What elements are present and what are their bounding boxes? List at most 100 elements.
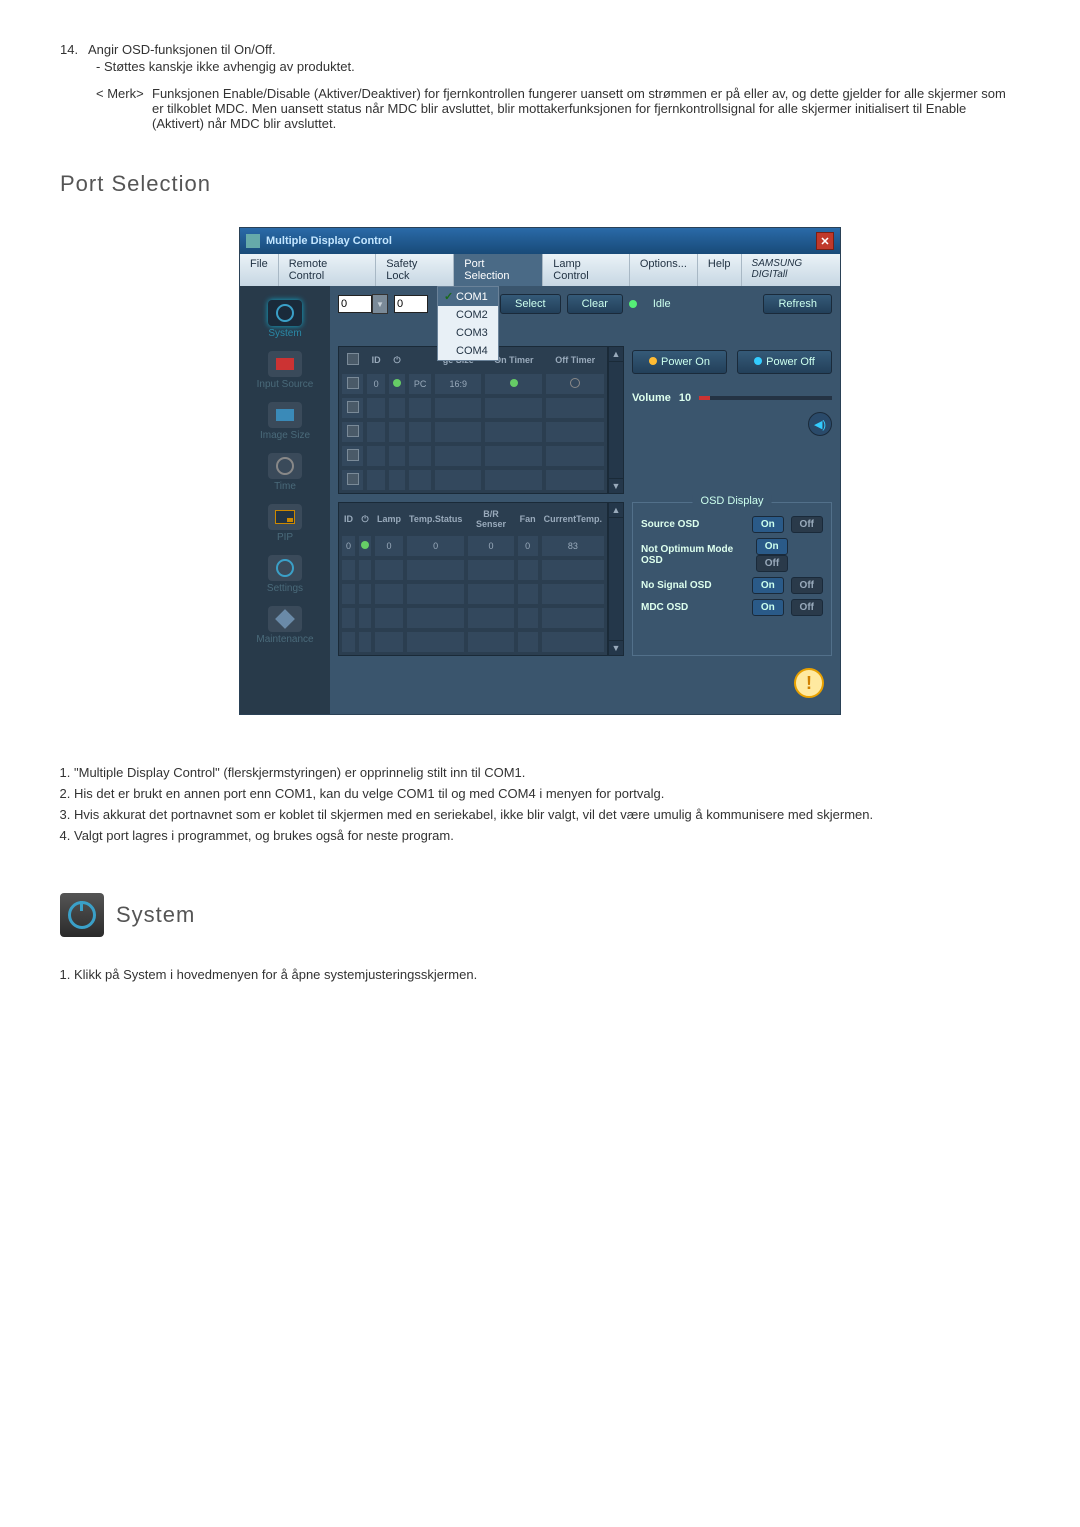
speaker-icon[interactable]: ◀): [808, 412, 832, 436]
id-from-input[interactable]: [338, 295, 372, 313]
volume-value: 10: [679, 392, 691, 404]
source-icon: [276, 358, 294, 370]
menubar: File Remote Control Safety Lock Port Sel…: [240, 254, 840, 286]
gear-icon: [276, 559, 294, 577]
col2-br: B/R Senser: [467, 505, 514, 533]
col2-pwr-icon: ⏻: [358, 505, 372, 533]
mdc-osd-on[interactable]: On: [752, 599, 784, 616]
sidebar-item-time[interactable]: Time: [240, 447, 330, 498]
table-row[interactable]: 0 PC 16:9: [341, 373, 605, 395]
table-row[interactable]: [341, 559, 605, 581]
status-dot-icon: [361, 541, 369, 549]
col2-lamp: Lamp: [374, 505, 404, 533]
item14-text: Angir OSD-funksjonen til On/Off.: [88, 42, 276, 57]
source-osd-off[interactable]: Off: [791, 516, 823, 533]
menu-remote[interactable]: Remote Control: [279, 254, 376, 286]
port-com2[interactable]: COM2: [438, 306, 498, 324]
sidebar-item-image[interactable]: Image Size: [240, 396, 330, 447]
osd-source-label: Source OSD: [641, 519, 699, 530]
system-notes-list: Klikk på System i hovedmenyen for å åpne…: [74, 967, 1020, 982]
mdc-app-window: Multiple Display Control ✕ File Remote C…: [239, 227, 841, 715]
status-dot-icon: [393, 379, 401, 387]
titlebar: Multiple Display Control ✕: [240, 228, 840, 254]
doc-item-14: 14.Angir OSD-funksjonen til On/Off. - St…: [60, 42, 1020, 131]
source-osd-on[interactable]: On: [752, 516, 784, 533]
warning-icon: !: [794, 668, 824, 698]
col2-temp: Temp.Status: [406, 505, 465, 533]
osd-mdc-label: MDC OSD: [641, 602, 688, 613]
osd-display-group: OSD Display Source OSD On Off Not Optimu…: [632, 502, 832, 656]
table-row[interactable]: [341, 469, 605, 491]
power-off-button[interactable]: Power Off: [737, 350, 832, 374]
port-dropdown[interactable]: ✓COM1 COM2 COM3 COM4: [437, 286, 499, 361]
merk-label: < Merk>: [96, 86, 144, 101]
osd-legend: OSD Display: [693, 495, 772, 507]
osd-notopt-label: Not Optimum Mode OSD: [641, 544, 752, 566]
volume-label: Volume: [632, 392, 671, 404]
sidebar-item-maintenance[interactable]: Maintenance: [240, 600, 330, 651]
checkbox-icon[interactable]: [347, 353, 359, 365]
timer-dot-icon: [510, 379, 518, 387]
idle-dot-icon: [629, 300, 637, 308]
volume-slider[interactable]: [699, 396, 832, 400]
scroll-up-icon[interactable]: ▲: [608, 346, 624, 362]
select-button[interactable]: Select: [500, 294, 561, 314]
pip-icon: [275, 510, 295, 524]
scrollbar[interactable]: [608, 362, 624, 478]
heading-port-selection: Port Selection: [60, 171, 1020, 197]
app-title: Multiple Display Control: [266, 235, 392, 247]
power-icon: [276, 304, 294, 322]
table-row[interactable]: [341, 445, 605, 467]
port-com3[interactable]: COM3: [438, 324, 498, 342]
notopt-osd-off[interactable]: Off: [756, 555, 788, 572]
id-to-spinner[interactable]: [394, 295, 428, 313]
sidebar-item-input[interactable]: Input Source: [240, 345, 330, 396]
scroll-down-icon[interactable]: ▼: [608, 640, 624, 656]
id-to-input[interactable]: [394, 295, 428, 313]
table-row[interactable]: [341, 607, 605, 629]
table-row[interactable]: [341, 421, 605, 443]
lamp-table: ID ⏻ Lamp Temp.Status B/R Senser Fan Cur…: [338, 502, 608, 656]
sidebar-item-system[interactable]: System: [240, 294, 330, 345]
chevron-down-icon[interactable]: ▼: [372, 294, 388, 314]
nosig-osd-off[interactable]: Off: [791, 577, 823, 594]
osd-nosig-label: No Signal OSD: [641, 580, 712, 591]
port-com4[interactable]: COM4: [438, 342, 498, 360]
nosig-osd-on[interactable]: On: [752, 577, 784, 594]
menu-file[interactable]: File: [240, 254, 279, 286]
brand-label: SAMSUNG DIGITall: [742, 254, 840, 286]
menu-options[interactable]: Options...: [630, 254, 698, 286]
port-notes-list: "Multiple Display Control" (flerskjermst…: [74, 765, 1020, 843]
port-com1[interactable]: ✓COM1: [438, 287, 498, 306]
system-section-icon: [60, 893, 104, 937]
sidebar-item-pip[interactable]: PIP: [240, 498, 330, 549]
power-on-button[interactable]: Power On: [632, 350, 727, 374]
menu-help[interactable]: Help: [698, 254, 742, 286]
clear-button[interactable]: Clear: [567, 294, 623, 314]
mdc-osd-off[interactable]: Off: [791, 599, 823, 616]
table-row[interactable]: [341, 583, 605, 605]
menu-lamp[interactable]: Lamp Control: [543, 254, 630, 286]
heading-system: System: [116, 902, 195, 928]
scroll-down-icon[interactable]: ▼: [608, 478, 624, 494]
refresh-button[interactable]: Refresh: [763, 294, 832, 314]
table-row[interactable]: [341, 631, 605, 653]
col2-fan: Fan: [517, 505, 539, 533]
menu-safety[interactable]: Safety Lock: [376, 254, 454, 286]
list-item: "Multiple Display Control" (flerskjermst…: [74, 765, 1020, 780]
table-row[interactable]: [341, 397, 605, 419]
merk-body: Funksjonen Enable/Disable (Aktiver/Deakt…: [152, 86, 1020, 131]
scrollbar[interactable]: [608, 518, 624, 640]
table-row[interactable]: 0 0 0 0 0 83: [341, 535, 605, 557]
menu-port[interactable]: Port Selection: [454, 254, 543, 286]
id-from-spinner[interactable]: ▼: [338, 294, 388, 314]
row-checkbox[interactable]: [347, 377, 359, 389]
image-icon: [276, 409, 294, 421]
notopt-osd-on[interactable]: On: [756, 538, 788, 555]
col-id: ID: [366, 349, 386, 371]
close-icon[interactable]: ✕: [816, 232, 834, 250]
scroll-up-icon[interactable]: ▲: [608, 502, 624, 518]
display-table: ID ⏻ ge Size On Timer Off Timer 0 PC: [338, 346, 608, 494]
sidebar-item-settings[interactable]: Settings: [240, 549, 330, 600]
list-item: His det er brukt en annen port enn COM1,…: [74, 786, 1020, 801]
